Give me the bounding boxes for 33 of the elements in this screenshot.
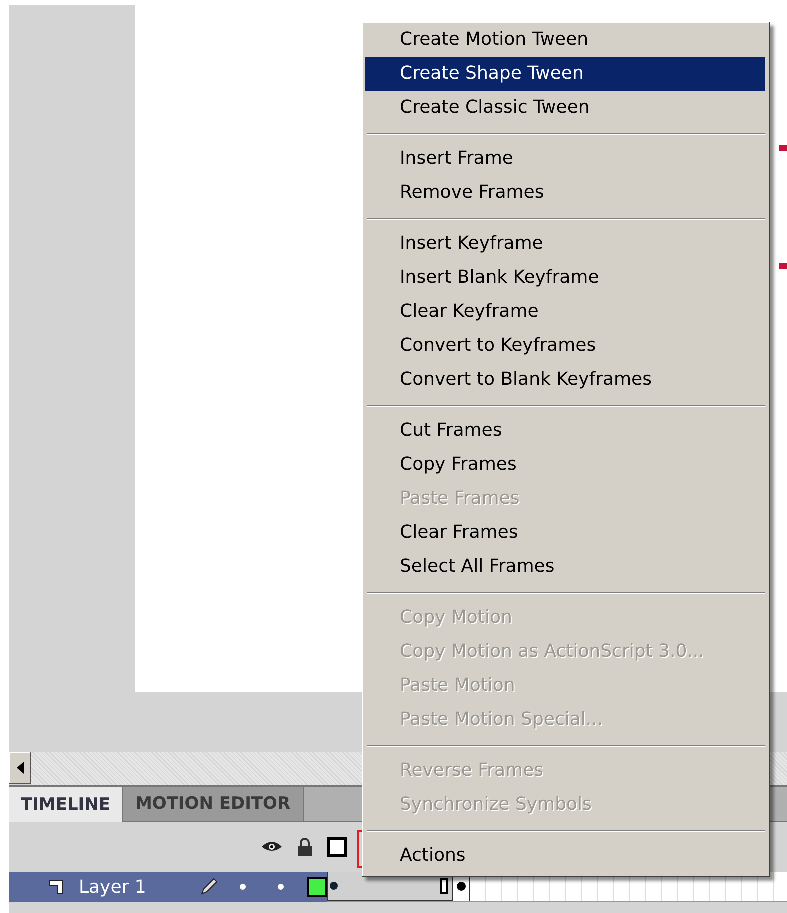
menu-item[interactable]: Create Motion Tween (365, 23, 765, 57)
pencil-icon (199, 877, 219, 897)
keyframe-dot-icon (456, 882, 466, 891)
dot-icon[interactable] (239, 883, 247, 891)
menu-item[interactable]: Remove Frames (365, 176, 765, 210)
menu-item[interactable]: Clear Keyframe (365, 295, 765, 329)
shape-edge (779, 145, 787, 151)
menu-item[interactable]: Create Classic Tween (365, 91, 765, 125)
keyframe-dot-icon (330, 882, 338, 890)
lock-icon[interactable] (297, 838, 313, 856)
left-arrow-icon (16, 762, 24, 774)
shape-edge (779, 263, 787, 269)
panel-tab[interactable]: TIMELINE (9, 787, 124, 822)
layer-row[interactable]: Layer 1 (9, 872, 327, 902)
layer-name: Layer 1 (79, 876, 148, 898)
menu-item[interactable]: Convert to Blank Keyframes (365, 363, 765, 397)
menu-item[interactable]: Copy Frames (365, 448, 765, 482)
menu-item[interactable]: Insert Keyframe (365, 227, 765, 261)
dot-icon[interactable] (277, 883, 285, 891)
menu-item[interactable]: Insert Frame (365, 142, 765, 176)
eye-icon[interactable] (261, 840, 283, 854)
menu-item[interactable]: Insert Blank Keyframe (365, 261, 765, 295)
layer-icon (49, 879, 65, 895)
menu-item[interactable]: Actions (365, 839, 765, 873)
scroll-left-button[interactable] (9, 752, 31, 784)
menu-item[interactable]: Create Shape Tween (365, 57, 765, 91)
menu-item[interactable]: Cut Frames (365, 414, 765, 448)
outline-square-icon[interactable] (327, 837, 347, 857)
layer-color-icon[interactable] (307, 877, 327, 897)
menu-item[interactable]: Clear Frames (365, 516, 765, 550)
menu-item[interactable]: Select All Frames (365, 550, 765, 584)
menu-item[interactable]: Convert to Keyframes (365, 329, 765, 363)
panel-tab[interactable]: MOTION EDITOR (123, 787, 304, 822)
